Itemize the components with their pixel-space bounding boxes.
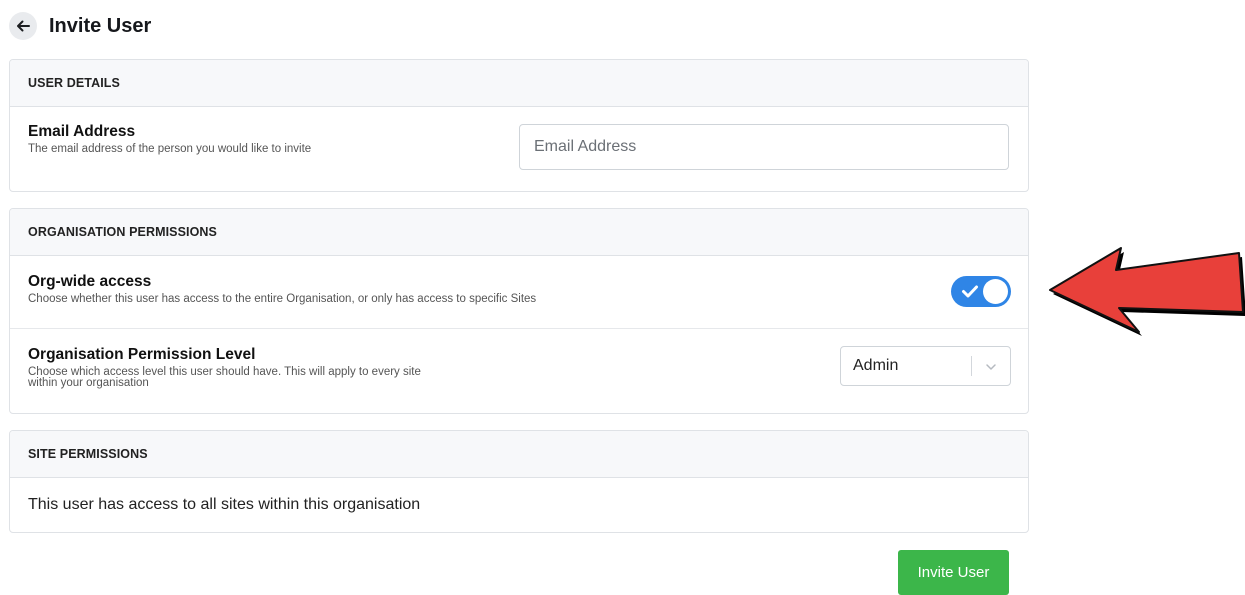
user-details-card: USER DETAILS Email Address The email add… xyxy=(9,59,1029,192)
permission-level-value: Admin xyxy=(853,357,899,374)
check-icon xyxy=(962,285,978,298)
back-button[interactable] xyxy=(9,12,37,40)
org-wide-access-label: Org-wide access xyxy=(28,273,152,290)
email-input[interactable] xyxy=(519,124,1009,170)
user-details-header: USER DETAILS xyxy=(10,60,1028,107)
site-permissions-message: This user has access to all sites within… xyxy=(28,496,421,513)
select-separator xyxy=(971,356,972,376)
organisation-permissions-card: ORGANISATION PERMISSIONS Org-wide access… xyxy=(9,208,1029,414)
arrow-left-icon xyxy=(17,20,30,32)
permission-level-select[interactable]: Admin xyxy=(840,346,1011,386)
site-permissions-header: SITE PERMISSIONS xyxy=(10,431,1028,478)
org-wide-access-description: Choose whether this user has access to t… xyxy=(28,293,537,305)
toggle-knob xyxy=(983,279,1008,304)
invite-user-button[interactable]: Invite User xyxy=(898,550,1009,595)
org-wide-access-toggle[interactable] xyxy=(951,276,1011,307)
site-permissions-card: SITE PERMISSIONS This user has access to… xyxy=(9,430,1029,533)
page-title: Invite User xyxy=(49,14,152,37)
chevron-down-icon xyxy=(986,364,996,370)
permission-level-row: Organisation Permission Level Choose whi… xyxy=(10,328,1028,412)
page-header: Invite User xyxy=(9,10,151,42)
organisation-permissions-header: ORGANISATION PERMISSIONS xyxy=(10,209,1028,256)
red-arrow-annotation xyxy=(1049,247,1245,336)
red-arrow-shape xyxy=(1049,247,1244,333)
email-row: Email Address The email address of the p… xyxy=(10,107,1028,189)
org-wide-access-row: Org-wide access Choose whether this user… xyxy=(10,256,1028,328)
invite-user-page: Invite User USER DETAILS Email Address T… xyxy=(0,0,1245,595)
